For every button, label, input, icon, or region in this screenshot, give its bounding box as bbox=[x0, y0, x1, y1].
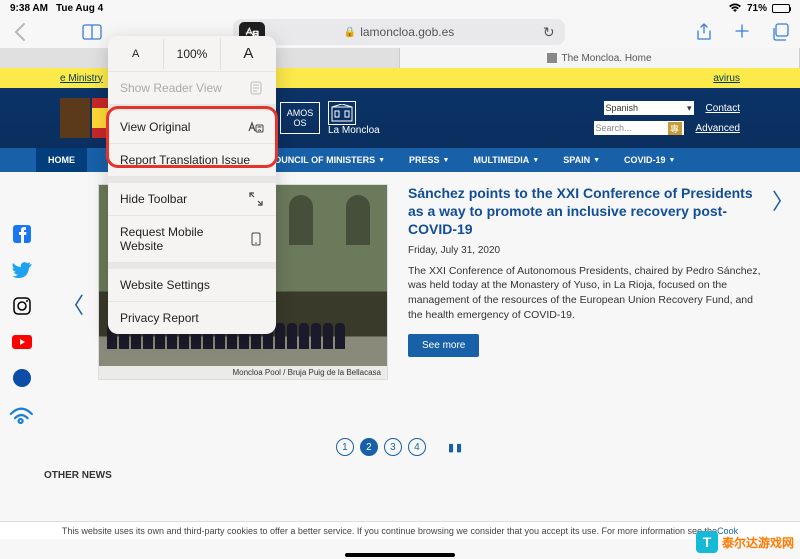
rss-icon[interactable] bbox=[8, 400, 36, 428]
status-time: 9:38 AM bbox=[10, 3, 48, 14]
pager-4[interactable]: 4 bbox=[408, 438, 426, 456]
share-icon[interactable] bbox=[696, 23, 714, 41]
back-button[interactable] bbox=[10, 22, 30, 42]
show-reader-view-item: Show Reader View bbox=[108, 72, 276, 105]
search-go-icon[interactable]: 專 bbox=[668, 122, 682, 135]
mobile-icon bbox=[248, 232, 264, 246]
translate-icon bbox=[248, 120, 264, 134]
lock-icon: 🔒 bbox=[344, 27, 356, 38]
gov-badge: AMOS OS bbox=[280, 102, 320, 134]
pager-pause-icon[interactable]: ▮▮ bbox=[448, 441, 464, 454]
youtube-icon[interactable] bbox=[12, 332, 32, 352]
website-settings-item[interactable]: Website Settings bbox=[108, 269, 276, 302]
moncloa-logo-icon bbox=[328, 101, 356, 125]
bookmarks-icon[interactable] bbox=[82, 22, 102, 42]
banner-text-right: avirus bbox=[713, 73, 740, 84]
aa-menu-popover: A 100% A Show Reader View View Original … bbox=[108, 36, 276, 334]
pager-3[interactable]: 3 bbox=[384, 438, 402, 456]
battery-icon bbox=[772, 4, 790, 13]
new-tab-icon[interactable] bbox=[734, 23, 752, 41]
chevron-down-icon: ▼ bbox=[532, 157, 539, 164]
watermark-text: 泰尔达游戏网 bbox=[722, 534, 794, 551]
chevron-down-icon: ▼ bbox=[593, 157, 600, 164]
nav-home[interactable]: HOME bbox=[36, 148, 87, 172]
tab-favicon bbox=[547, 53, 557, 63]
reload-icon[interactable]: ↻ bbox=[543, 24, 555, 41]
zoom-increase-button[interactable]: A bbox=[221, 36, 276, 71]
article-date: Friday, July 31, 2020 bbox=[408, 245, 764, 256]
expand-icon bbox=[248, 192, 264, 206]
privacy-report-item[interactable]: Privacy Report bbox=[108, 302, 276, 334]
chevron-down-icon: ▼ bbox=[669, 157, 676, 164]
request-mobile-item[interactable]: Request Mobile Website bbox=[108, 216, 276, 263]
watermark-badge-icon: T bbox=[696, 531, 718, 553]
zoom-decrease-button[interactable]: A bbox=[108, 39, 164, 69]
forward-button bbox=[46, 22, 66, 42]
nav-covid19[interactable]: COVID-19▼ bbox=[612, 148, 687, 172]
hero-caption: Moncloa Pool / Bruja Puig de la Bellacas… bbox=[99, 366, 387, 379]
cookie-text: This website uses its own and third-part… bbox=[62, 526, 717, 536]
article-body: The XXI Conference of Autonomous Preside… bbox=[408, 264, 764, 323]
facebook-icon[interactable] bbox=[12, 224, 32, 244]
view-original-item[interactable]: View Original bbox=[108, 111, 276, 144]
battery-pct: 71% bbox=[747, 3, 767, 14]
reader-icon bbox=[248, 81, 264, 95]
chevron-down-icon: ▼ bbox=[443, 157, 450, 164]
nav-multimedia[interactable]: MULTIMEDIA▼ bbox=[461, 148, 551, 172]
nav-spain[interactable]: SPAIN▼ bbox=[551, 148, 612, 172]
nav-press[interactable]: PRESS▼ bbox=[397, 148, 461, 172]
pager-2[interactable]: 2 bbox=[360, 438, 378, 456]
zoom-level-label[interactable]: 100% bbox=[164, 38, 220, 70]
hide-toolbar-item[interactable]: Hide Toolbar bbox=[108, 183, 276, 216]
tab-label: The Moncloa. Home bbox=[561, 53, 651, 64]
language-select[interactable]: Spanish▾ bbox=[604, 101, 694, 115]
site-logo-text: La Moncloa bbox=[328, 125, 380, 136]
report-translation-item[interactable]: Report Translation Issue bbox=[108, 144, 276, 177]
url-host: lamoncloa.gob.es bbox=[360, 25, 454, 39]
advanced-search-link[interactable]: Advanced bbox=[696, 123, 740, 134]
pager-1[interactable]: 1 bbox=[336, 438, 354, 456]
search-input[interactable]: Search... 專 bbox=[594, 121, 684, 135]
wifi-icon bbox=[728, 3, 742, 13]
tab-moncloa-home[interactable]: The Moncloa. Home bbox=[400, 48, 800, 68]
other-news-heading: OTHER NEWS bbox=[0, 462, 800, 481]
carousel-prev[interactable]: 〈 bbox=[62, 184, 80, 424]
twitter-icon[interactable] bbox=[12, 260, 32, 280]
carousel-next[interactable]: 〉 bbox=[772, 184, 790, 216]
banner-text-left: e Ministry bbox=[60, 73, 103, 84]
tabs-icon[interactable] bbox=[772, 23, 790, 41]
social-rail bbox=[0, 184, 44, 424]
home-indicator[interactable] bbox=[345, 553, 455, 557]
watermark: T 泰尔达游戏网 bbox=[696, 531, 794, 553]
instagram-icon[interactable] bbox=[12, 296, 32, 316]
chevron-down-icon: ▾ bbox=[687, 103, 692, 114]
blue-dot-icon[interactable] bbox=[12, 368, 32, 388]
see-more-button[interactable]: See more bbox=[408, 334, 479, 357]
contact-link[interactable]: Contact bbox=[706, 103, 740, 114]
url-bar[interactable]: ⁂ 🔒 lamoncloa.gob.es ↻ bbox=[233, 19, 564, 45]
cookie-banner: This website uses its own and third-part… bbox=[0, 521, 800, 539]
article-title[interactable]: Sánchez points to the XXI Conference of … bbox=[408, 184, 764, 239]
nav-council[interactable]: COUNCIL OF MINISTERS▼ bbox=[256, 148, 397, 172]
carousel-pager: 1 2 3 4 ▮▮ bbox=[0, 424, 800, 462]
status-day: Tue Aug 4 bbox=[56, 3, 103, 14]
chevron-down-icon: ▼ bbox=[378, 157, 385, 164]
